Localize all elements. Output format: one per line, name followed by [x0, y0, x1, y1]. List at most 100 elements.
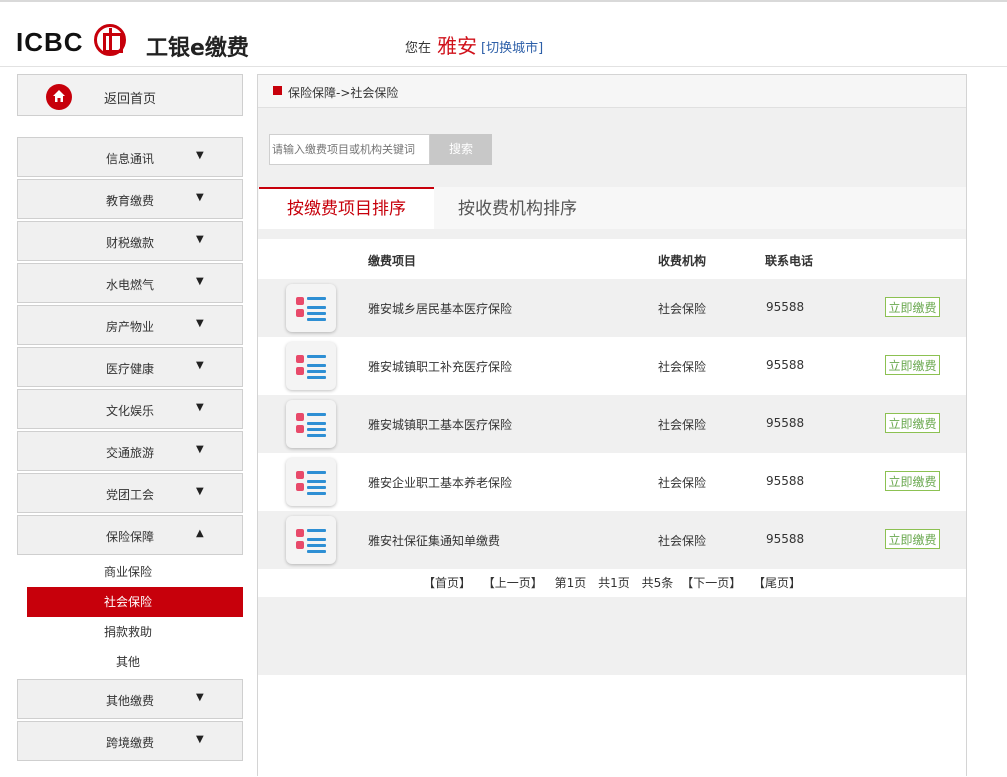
menu-item-label: 信息通讯 [106, 152, 155, 166]
menu-item-label: 水电燃气 [106, 278, 155, 292]
table-row: 雅安企业职工基本养老保险 社会保险 95588 立即缴费 [258, 453, 966, 511]
payment-phone: 95588 [766, 358, 805, 372]
breadcrumb: 保险保障->社会保险 [258, 75, 966, 108]
list-document-icon [286, 458, 336, 506]
brand-title: 工银e缴费 [146, 36, 249, 61]
payment-phone: 95588 [766, 532, 805, 546]
city-prefix: 您在 [405, 41, 432, 56]
menu-item-label: 跨境缴费 [106, 736, 155, 750]
menu-item-medical[interactable]: 医疗健康 ▼ [17, 347, 243, 387]
menu-item-tax[interactable]: 财税缴款 ▼ [17, 221, 243, 261]
chevron-down-icon: ▼ [196, 192, 204, 203]
table-row: 雅安社保征集通知单缴费 社会保险 95588 立即缴费 [258, 511, 966, 569]
current-city: 雅安 [437, 34, 477, 58]
menu-item-label: 医疗健康 [106, 362, 155, 376]
search-input[interactable] [269, 134, 430, 165]
table-header: 缴费项目 收费机构 联系电话 [258, 239, 966, 279]
home-label: 返回首页 [104, 92, 157, 107]
chevron-down-icon: ▼ [196, 150, 204, 161]
chevron-down-icon: ▼ [196, 318, 204, 329]
submenu-item-social[interactable]: 社会保险 [27, 587, 243, 617]
pay-now-button[interactable]: 立即缴费 [885, 413, 940, 433]
menu-item-label: 党团工会 [106, 488, 155, 502]
pay-now-button[interactable]: 立即缴费 [885, 529, 940, 549]
submenu-item-other[interactable]: 其他 [27, 647, 243, 677]
menu-item-label: 文化娱乐 [106, 404, 155, 418]
pager-next-link[interactable]: 【下一页】 [681, 576, 741, 590]
home-button[interactable]: 返回首页 [17, 74, 243, 116]
submenu-item-donation[interactable]: 捐款救助 [27, 617, 243, 647]
chevron-down-icon: ▼ [196, 402, 204, 413]
breadcrumb-text: 保险保障->社会保险 [288, 86, 399, 100]
main-panel: 保险保障->社会保险 搜索 按缴费项目排序 按收费机构排序 缴费项目 收费机构 … [257, 74, 967, 777]
menu-item-label: 其他缴费 [106, 694, 155, 708]
payment-org: 社会保险 [658, 302, 707, 316]
breadcrumb-marker-icon [273, 86, 282, 95]
header: ICBC 工银e缴费 您在 雅安 [切换城市] [0, 2, 1007, 67]
menu-item-party-union[interactable]: 党团工会 ▼ [17, 473, 243, 513]
chevron-down-icon: ▼ [196, 276, 204, 287]
table-row: 雅安城乡居民基本医疗保险 社会保险 95588 立即缴费 [258, 279, 966, 337]
menu-item-label: 财税缴款 [106, 236, 155, 250]
list-document-icon [286, 400, 336, 448]
pay-now-button[interactable]: 立即缴费 [885, 471, 940, 491]
icbc-logo-text: ICBC [16, 27, 84, 57]
menu-item-label: 交通旅游 [106, 446, 155, 460]
menu-item-property[interactable]: 房产物业 ▼ [17, 305, 243, 345]
tab-sort-by-org[interactable]: 按收费机构排序 [458, 187, 577, 229]
pay-now-button[interactable]: 立即缴费 [885, 297, 940, 317]
menu-item-insurance[interactable]: 保险保障 ▲ [17, 515, 243, 555]
column-header-phone: 联系电话 [765, 254, 814, 268]
pager-first-link[interactable]: 【首页】 [423, 576, 471, 590]
payment-org: 社会保险 [658, 360, 707, 374]
payment-item-name[interactable]: 雅安企业职工基本养老保险 [368, 474, 512, 491]
chevron-down-icon: ▼ [196, 734, 204, 745]
column-header-org: 收费机构 [658, 254, 707, 268]
tab-sort-by-item[interactable]: 按缴费项目排序 [259, 187, 434, 229]
payment-item-name[interactable]: 雅安城镇职工基本医疗保险 [368, 416, 512, 433]
menu-item-transport[interactable]: 交通旅游 ▼ [17, 431, 243, 471]
pagination: 【首页】 【上一页】 第1页 共1页 共5条 【下一页】 【尾页】 [258, 569, 966, 597]
chevron-down-icon: ▼ [196, 444, 204, 455]
menu-item-label: 教育缴费 [106, 194, 155, 208]
payment-item-name[interactable]: 雅安城乡居民基本医疗保险 [368, 300, 512, 317]
home-icon [46, 84, 72, 110]
menu-item-label: 房产物业 [106, 320, 155, 334]
column-header-item: 缴费项目 [368, 254, 417, 268]
menu-item-utilities[interactable]: 水电燃气 ▼ [17, 263, 243, 303]
list-document-icon [286, 284, 336, 332]
payment-item-name[interactable]: 雅安城镇职工补充医疗保险 [368, 358, 512, 375]
pager-total-items: 共5条 [641, 576, 674, 590]
pager-total-pages: 共1页 [598, 576, 630, 590]
sort-tabs: 按缴费项目排序 按收费机构排序 [258, 187, 966, 229]
menu-item-culture[interactable]: 文化娱乐 ▼ [17, 389, 243, 429]
icbc-seal-icon [94, 24, 126, 56]
category-menu: 信息通讯 ▼ 教育缴费 ▼ 财税缴款 ▼ 水电燃气 ▼ 房产物业 ▼ 医疗健康 ▼ 文化娱乐… [17, 137, 245, 763]
pager-prev-link[interactable]: 【上一页】 [483, 576, 543, 590]
insurance-submenu: 商业保险 社会保险 捐款救助 其他 [27, 557, 243, 677]
payment-phone: 95588 [766, 474, 805, 488]
list-document-icon [286, 342, 336, 390]
payment-item-name[interactable]: 雅安社保征集通知单缴费 [368, 532, 500, 549]
chevron-up-icon: ▲ [196, 528, 204, 539]
switch-city-link[interactable]: [切换城市] [481, 37, 543, 56]
menu-item-other-payments[interactable]: 其他缴费 ▼ [17, 679, 243, 719]
pager-current-page: 第1页 [554, 576, 587, 590]
menu-item-cross-border[interactable]: 跨境缴费 ▼ [17, 721, 243, 761]
menu-item-label: 保险保障 [106, 530, 155, 544]
submenu-item-commercial[interactable]: 商业保险 [27, 557, 243, 587]
menu-item-education[interactable]: 教育缴费 ▼ [17, 179, 243, 219]
pager-last-link[interactable]: 【尾页】 [753, 576, 801, 590]
payment-org: 社会保险 [658, 476, 707, 490]
search-button[interactable]: 搜索 [430, 134, 492, 165]
table-row: 雅安城镇职工补充医疗保险 社会保险 95588 立即缴费 [258, 337, 966, 395]
payment-phone: 95588 [766, 300, 805, 314]
payment-phone: 95588 [766, 416, 805, 430]
payment-org: 社会保险 [658, 418, 707, 432]
chevron-down-icon: ▼ [196, 360, 204, 371]
table-row: 雅安城镇职工基本医疗保险 社会保险 95588 立即缴费 [258, 395, 966, 453]
pay-now-button[interactable]: 立即缴费 [885, 355, 940, 375]
list-document-icon [286, 516, 336, 564]
payment-org: 社会保险 [658, 534, 707, 548]
menu-item-info-comm[interactable]: 信息通讯 ▼ [17, 137, 243, 177]
